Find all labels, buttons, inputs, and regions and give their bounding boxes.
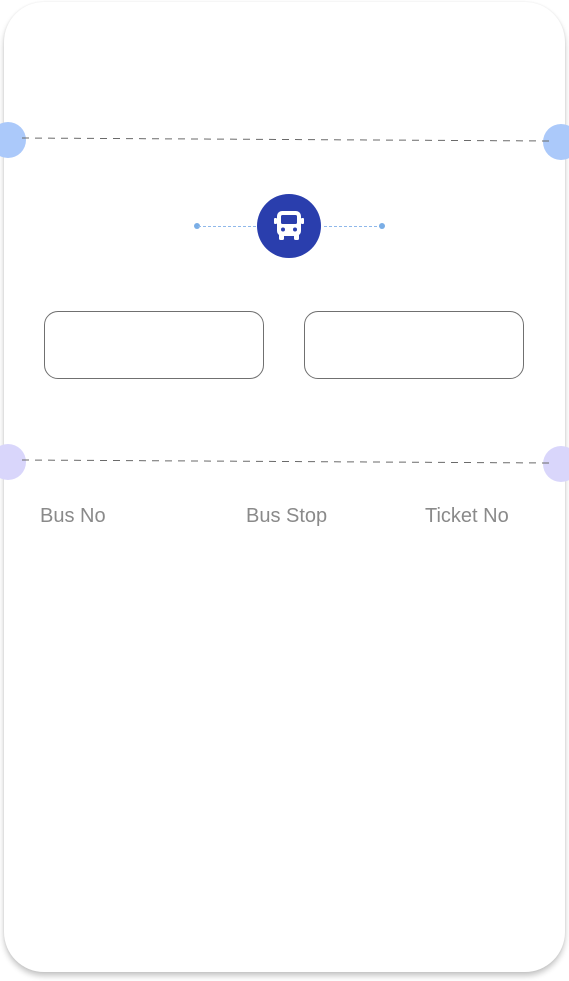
ticket-screen: Bus No Bus Stop Ticket No [0,0,569,981]
route-line-right [324,226,382,227]
bus-icon [274,211,304,240]
route-end-dot [379,223,385,229]
arrival-station-field[interactable] [304,311,524,379]
bus-stop-label: Bus Stop [246,505,328,527]
ticket-no-label: Ticket No [425,505,509,527]
ticket-card: Bus No Bus Stop Ticket No [0,2,569,972]
bus-no-label: Bus No [40,505,106,527]
ticket-cut-line-bottom [21,459,550,464]
bus-badge [257,194,321,258]
ticket-cut-line-top [21,137,550,142]
departure-station-field[interactable] [44,311,264,379]
route-indicator [4,194,565,260]
route-line-left [198,226,256,227]
